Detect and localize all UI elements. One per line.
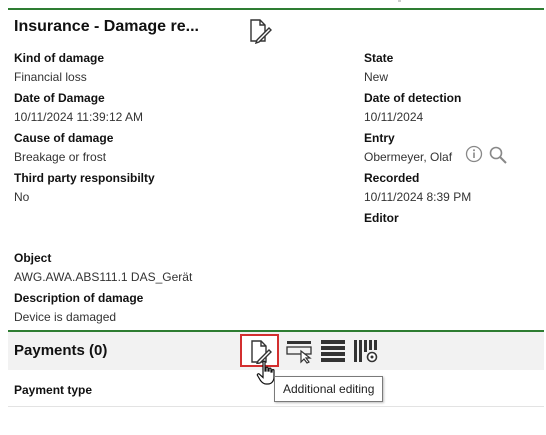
info-icon[interactable] xyxy=(465,145,483,163)
cause-of-damage-value: Breakage or frost xyxy=(14,150,107,164)
payments-title: Payments (0) xyxy=(14,342,108,359)
date-of-detection-value: 10/11/2024 xyxy=(364,110,424,124)
kind-of-damage-value: Financial loss xyxy=(14,70,87,84)
header-divider xyxy=(8,8,544,10)
select-row-icon[interactable] xyxy=(286,338,312,364)
third-party-value: No xyxy=(14,190,30,204)
object-label: Object xyxy=(14,251,52,265)
editor-label: Editor xyxy=(364,211,399,225)
top-edge-mark xyxy=(398,0,401,2)
state-value: New xyxy=(364,70,389,84)
object-value: AWG.AWA.ABS111.1 DAS_Gerät xyxy=(14,270,193,284)
cause-of-damage-label: Cause of damage xyxy=(14,131,114,145)
third-party-label: Third party responsibilty xyxy=(14,171,155,185)
recorded-label: Recorded xyxy=(364,171,420,185)
table-header-divider xyxy=(8,406,544,407)
column-settings-icon[interactable] xyxy=(353,338,379,364)
tooltip: Additional editing xyxy=(274,376,384,402)
date-of-damage-value: 10/11/2024 11:39:12 AM xyxy=(14,110,143,124)
description-label: Description of damage xyxy=(14,291,144,305)
search-icon[interactable] xyxy=(488,145,508,165)
kind-of-damage-label: Kind of damage xyxy=(14,51,105,65)
entry-value: Obermeyer, Olaf xyxy=(364,150,453,164)
date-of-detection-label: Date of detection xyxy=(364,91,462,105)
column-header-payment-type[interactable]: Payment type xyxy=(14,383,92,397)
edit-document-icon[interactable] xyxy=(246,18,272,45)
date-of-damage-label: Date of Damage xyxy=(14,91,105,105)
state-label: State xyxy=(364,51,394,65)
page-title: Insurance - Damage re... xyxy=(14,18,199,35)
entry-label: Entry xyxy=(364,131,395,145)
list-view-icon[interactable] xyxy=(320,338,346,364)
description-value: Device is damaged xyxy=(14,310,117,324)
recorded-value: 10/11/2024 8:39 PM xyxy=(364,190,472,204)
